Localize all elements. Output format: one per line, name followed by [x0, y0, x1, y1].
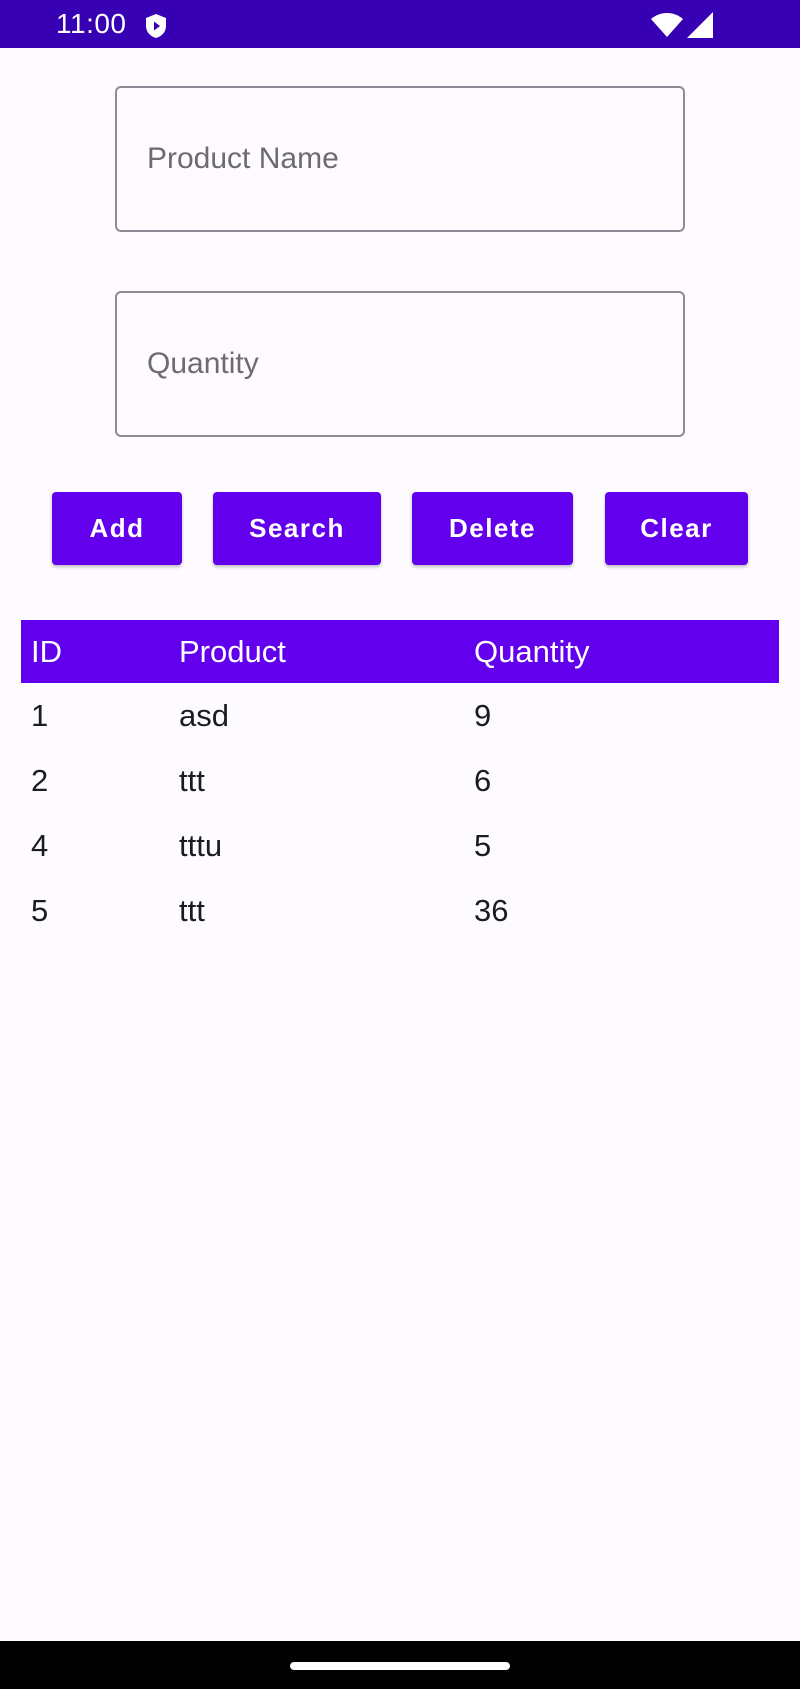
- cell-id: 5: [31, 892, 49, 928]
- cell-product: ttt: [179, 762, 205, 798]
- home-gesture-handle[interactable]: [290, 1662, 510, 1670]
- cell-quantity: 36: [474, 892, 509, 928]
- clear-button[interactable]: Clear: [605, 492, 748, 565]
- table-row[interactable]: 4 tttu 5: [21, 813, 779, 878]
- header-product: Product: [179, 633, 286, 669]
- search-button[interactable]: Search: [213, 492, 381, 565]
- add-button[interactable]: Add: [52, 492, 182, 565]
- status-bar: 11:00: [0, 0, 800, 48]
- cell-product: tttu: [179, 827, 223, 863]
- cell-quantity: 9: [474, 697, 492, 733]
- cell-product: asd: [179, 697, 229, 733]
- navigation-bar: [0, 1641, 800, 1689]
- table-row[interactable]: 2 ttt 6: [21, 748, 779, 813]
- header-quantity: Quantity: [474, 633, 590, 669]
- table-row[interactable]: 1 asd 9: [21, 683, 779, 748]
- table-header: ID Product Quantity: [21, 620, 779, 683]
- wifi-icon: [651, 13, 683, 37]
- cell-id: 1: [31, 697, 49, 733]
- quantity-input[interactable]: [147, 293, 667, 435]
- product-name-field[interactable]: [115, 86, 685, 232]
- status-time: 11:00: [56, 8, 127, 39]
- delete-button[interactable]: Delete: [412, 492, 573, 565]
- table-row[interactable]: 5 ttt 36: [21, 878, 779, 943]
- cell-product: ttt: [179, 892, 205, 928]
- product-table: ID Product Quantity 1 asd 9 2 ttt 6 4 tt…: [21, 620, 779, 943]
- cell-quantity: 5: [474, 827, 492, 863]
- quantity-field[interactable]: [115, 291, 685, 437]
- cell-id: 4: [31, 827, 49, 863]
- shield-icon: [146, 14, 166, 38]
- cell-quantity: 6: [474, 762, 492, 798]
- product-name-input[interactable]: [147, 88, 667, 230]
- signal-icon: [687, 12, 713, 38]
- header-id: ID: [31, 633, 62, 669]
- cell-id: 2: [31, 762, 49, 798]
